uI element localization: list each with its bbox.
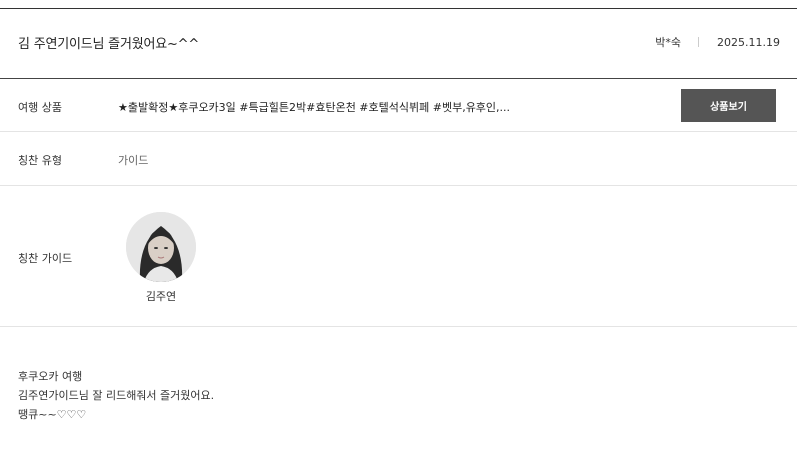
review-content-line: 김주연가이드님 잘 리드해줘서 즐거웠어요. xyxy=(18,389,215,402)
review-date: 2025.11.19 xyxy=(717,35,780,49)
guide-avatar xyxy=(126,212,196,282)
review-content-line: 후쿠오카 여행 xyxy=(18,370,83,383)
row-divider xyxy=(0,131,797,132)
meta-separator xyxy=(698,37,700,47)
praise-type-value: 가이드 xyxy=(118,154,149,167)
review-author: 박*숙 xyxy=(655,36,682,49)
view-product-button[interactable]: 상품보기 xyxy=(681,89,776,122)
guide-name: 김주연 xyxy=(145,290,177,303)
praise-type-label: 칭찬 유형 xyxy=(18,154,62,167)
review-title: 김 주연기이드님 즐거웠어요~^^ xyxy=(18,37,200,52)
guide-portrait-icon xyxy=(126,212,196,282)
row-divider xyxy=(0,185,797,186)
review-header: 김 주연기이드님 즐거웠어요~^^ 박*숙 2025.11.19 xyxy=(0,9,797,78)
header-divider xyxy=(0,78,797,79)
review-meta: 박*숙 2025.11.19 xyxy=(655,34,780,50)
product-name: ★출발확정★후쿠오카3일 #특급힐튼2박#효탄온천 #호텔석식뷔페 #벳부,유후… xyxy=(118,101,511,114)
review-content-line: 땡큐~~♡♡♡ xyxy=(18,408,87,421)
product-label: 여행 상품 xyxy=(18,101,62,114)
praise-guide-label: 칭찬 가이드 xyxy=(18,252,73,265)
row-divider xyxy=(0,326,797,327)
review-content: 후쿠오카 여행 김주연가이드님 잘 리드해줘서 즐거웠어요. 땡큐~~♡♡♡ xyxy=(18,367,214,424)
